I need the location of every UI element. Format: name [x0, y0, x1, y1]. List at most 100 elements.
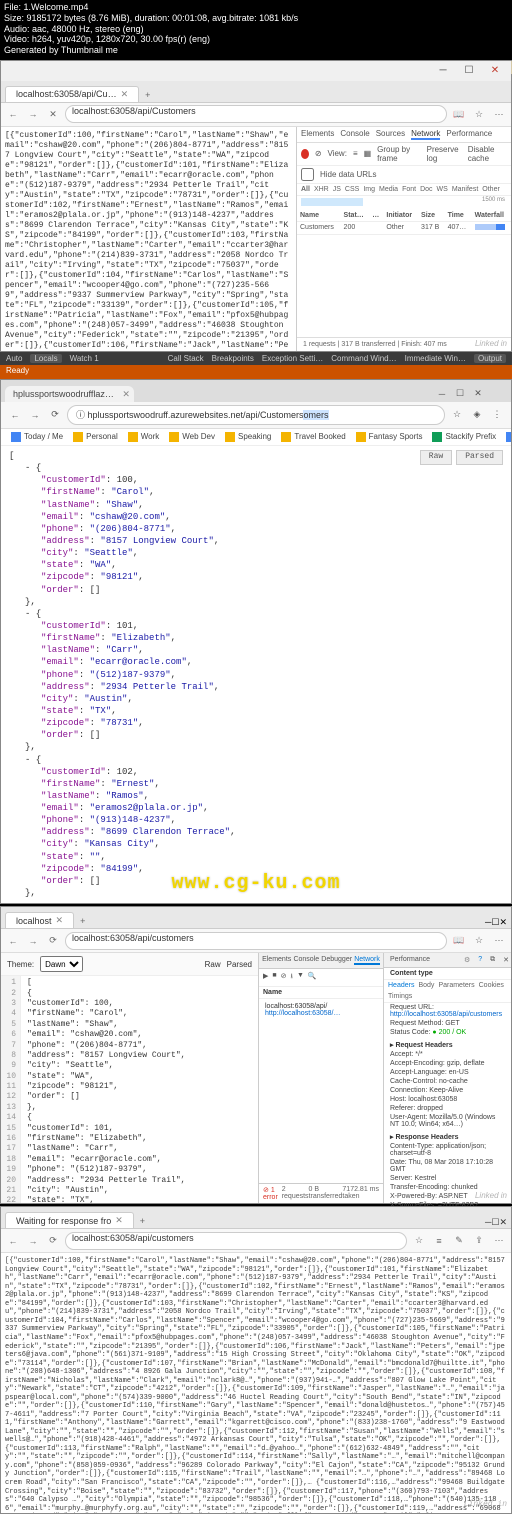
bookmark[interactable]: My Drive - Google D: [506, 432, 511, 442]
clear-icon[interactable]: ⊘: [281, 972, 287, 983]
bookmark[interactable]: Today / Me: [11, 432, 63, 442]
favorite-icon[interactable]: ☆: [471, 106, 487, 122]
status-callstack[interactable]: Call Stack: [168, 354, 204, 363]
address-bar[interactable]: localhost:63058/api/Customers: [65, 105, 447, 123]
filter-manifest[interactable]: Manifest: [452, 186, 478, 193]
new-tab-button[interactable]: +: [74, 914, 91, 928]
preserve-log[interactable]: Preserve log: [427, 145, 462, 163]
filter-xhr[interactable]: XHR: [314, 186, 329, 193]
new-tab-button[interactable]: +: [134, 1214, 151, 1228]
filter-icon[interactable]: ▼: [297, 972, 304, 983]
tab-network[interactable]: Network: [411, 129, 440, 140]
close-icon[interactable]: ✕: [122, 389, 130, 400]
new-tab-button[interactable]: +: [139, 88, 156, 102]
hub-icon[interactable]: ≡: [431, 1233, 447, 1249]
browser-tab[interactable]: localhost:63058/api/Cu… ✕: [5, 86, 139, 102]
theme-select[interactable]: Dawn: [40, 956, 83, 972]
bookmark[interactable]: Speaking: [225, 432, 271, 442]
filter-media[interactable]: Media: [379, 186, 398, 193]
network-row[interactable]: Customers 200 Other 317 B 407…: [297, 221, 511, 234]
forward-icon[interactable]: →: [25, 933, 41, 949]
back-icon[interactable]: ←: [5, 1233, 21, 1249]
filter-all[interactable]: All: [301, 186, 310, 193]
address-bar[interactable]: localhost:63058/api/customers: [65, 1232, 407, 1250]
close-icon[interactable]: ✕: [115, 1215, 123, 1226]
maximize-button[interactable]: ☐: [452, 386, 468, 402]
more-icon[interactable]: ⋯: [491, 1233, 507, 1249]
status-exception[interactable]: Exception Setti…: [262, 354, 323, 363]
export-icon[interactable]: ⭳: [291, 972, 293, 983]
filter-js[interactable]: JS: [333, 186, 341, 193]
status-command[interactable]: Command Wind…: [331, 354, 396, 363]
tab-body[interactable]: Body: [418, 982, 434, 989]
reload-icon[interactable]: ⟳: [47, 407, 63, 423]
tab-performance[interactable]: Performance: [446, 129, 492, 140]
tab-console[interactable]: Console: [340, 129, 369, 140]
tab-network[interactable]: Network: [354, 956, 380, 965]
reload-icon[interactable]: ⟳: [45, 1233, 61, 1249]
stop-icon[interactable]: ■: [272, 972, 276, 983]
status-immediate[interactable]: Immediate Win…: [405, 354, 466, 363]
tab-parameters[interactable]: Parameters: [438, 982, 474, 989]
back-icon[interactable]: ←: [7, 407, 23, 423]
maximize-button[interactable]: ☐: [491, 917, 499, 928]
request-headers-section[interactable]: ▸ Request Headers: [384, 1037, 511, 1050]
filter-ws[interactable]: WS: [437, 186, 448, 193]
chrome-tab[interactable]: hplussportswoodrufflaz… ✕: [5, 386, 134, 402]
forward-icon[interactable]: →: [25, 106, 41, 122]
tab-cookies[interactable]: Cookies: [479, 982, 504, 989]
tab-elements[interactable]: Elements: [301, 129, 334, 140]
extension-icon[interactable]: ◈: [469, 407, 485, 423]
col-status[interactable]: Stat…: [341, 210, 370, 222]
menu-icon[interactable]: ⋮: [489, 407, 505, 423]
tab-performance[interactable]: Performance: [390, 956, 430, 964]
more-icon[interactable]: ⋯: [491, 933, 507, 949]
col-initiator[interactable]: Initiator: [383, 210, 418, 222]
stop-icon[interactable]: ✕: [45, 106, 61, 122]
search-icon[interactable]: 🔍: [308, 972, 317, 983]
raw-button[interactable]: Raw: [205, 960, 221, 969]
filter-css[interactable]: CSS: [345, 186, 359, 193]
omnibox[interactable]: ⓘ hplussportswoodruff.azurewebsites.net/…: [67, 405, 445, 425]
close-button[interactable]: ✕: [499, 917, 507, 928]
share-icon[interactable]: ⇪: [471, 1233, 487, 1249]
col-time[interactable]: Time: [445, 210, 472, 222]
forward-icon[interactable]: →: [27, 407, 43, 423]
reading-icon[interactable]: 📖: [451, 933, 467, 949]
tab-sources[interactable]: Sources: [376, 129, 405, 140]
bookmark[interactable]: Personal: [73, 432, 118, 442]
filter-doc[interactable]: Doc: [420, 186, 432, 193]
parsed-button[interactable]: Parsed: [227, 960, 252, 969]
reading-view-icon[interactable]: 📖: [451, 106, 467, 122]
tab-elements[interactable]: Elements: [262, 956, 291, 965]
response-headers-section[interactable]: ▸ Response Headers: [384, 1129, 511, 1142]
parsed-button[interactable]: Parsed: [456, 450, 503, 465]
hide-data-urls-checkbox[interactable]: [301, 168, 314, 181]
forward-icon[interactable]: →: [25, 1233, 41, 1249]
more-icon[interactable]: ⋯: [491, 106, 507, 122]
back-icon[interactable]: ←: [5, 106, 21, 122]
filter-img[interactable]: Img: [363, 186, 375, 193]
clear-icon[interactable]: ⊘: [315, 149, 322, 158]
request-url[interactable]: http://localhost:63058/api/customers: [390, 1011, 502, 1018]
bookmark[interactable]: Web Dev: [169, 432, 215, 442]
close-button[interactable]: ✕: [470, 386, 486, 402]
raw-button[interactable]: Raw: [420, 450, 452, 465]
close-button[interactable]: ✕: [499, 1217, 507, 1228]
star-icon[interactable]: ☆: [449, 407, 465, 423]
request-link[interactable]: http://localhost:63058/…: [265, 1010, 377, 1017]
column-name[interactable]: Name: [259, 987, 383, 999]
bookmark[interactable]: Work: [128, 432, 160, 442]
back-icon[interactable]: ←: [5, 933, 21, 949]
favorite-icon[interactable]: ☆: [471, 933, 487, 949]
record-icon[interactable]: [301, 149, 309, 159]
reload-icon[interactable]: ⟳: [45, 933, 61, 949]
request-name[interactable]: localhost:63058/api/: [265, 1003, 377, 1010]
status-watch[interactable]: Watch 1: [70, 354, 99, 363]
bookmark[interactable]: Travel Booked: [281, 432, 345, 442]
browser-tab[interactable]: localhost ✕: [5, 912, 74, 928]
col-size[interactable]: Size: [418, 210, 445, 222]
close-button[interactable]: ✕: [483, 63, 507, 79]
address-bar[interactable]: localhost:63058/api/customers: [65, 932, 447, 950]
col-type[interactable]: …: [369, 210, 383, 222]
